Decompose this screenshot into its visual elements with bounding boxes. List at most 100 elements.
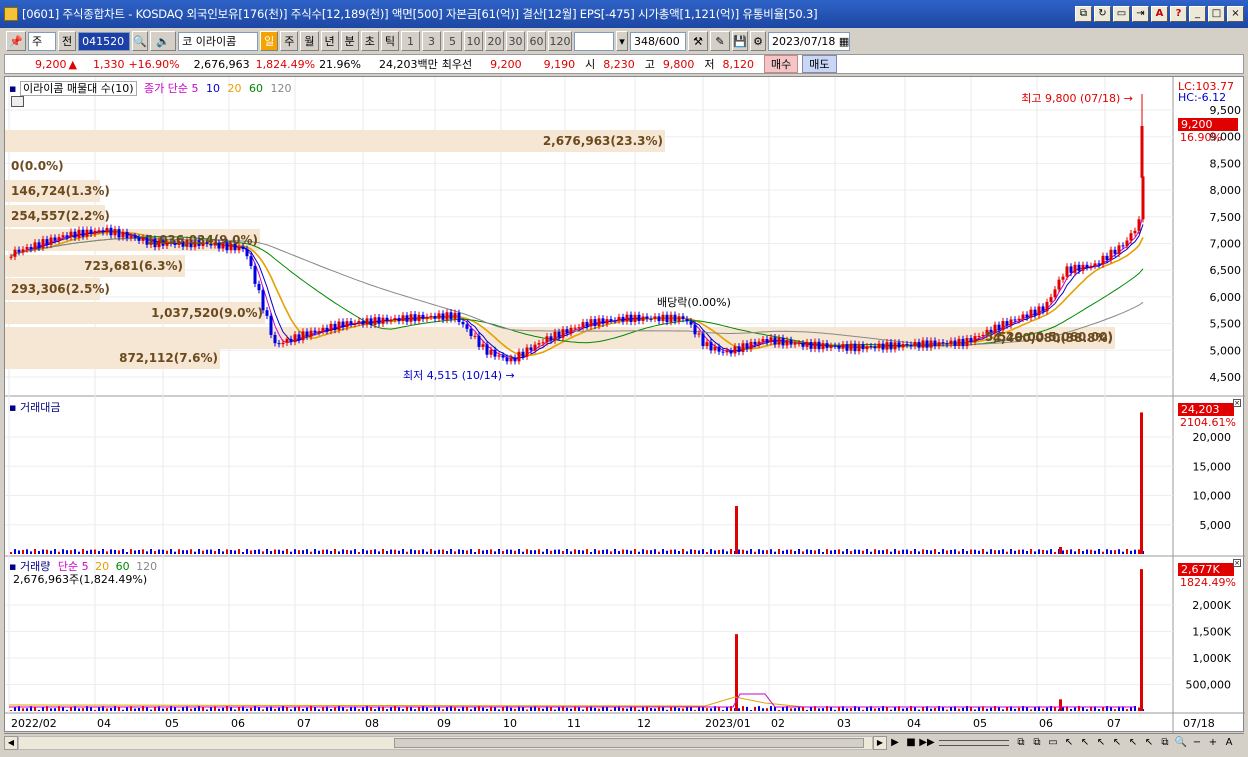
zoom-search-icon[interactable]: 🔍 (1173, 736, 1189, 750)
scroll-track[interactable] (18, 735, 873, 750)
candle-body (593, 319, 597, 326)
candle-body (137, 237, 141, 241)
volume-bar (1110, 707, 1112, 711)
interval-3[interactable]: 3 (422, 31, 441, 51)
fast-forward-icon[interactable]: ▶▶ (919, 736, 935, 750)
amount-bar (434, 550, 436, 554)
speaker-icon[interactable]: 🔈 (150, 31, 177, 51)
window-tile-icon[interactable]: ⧉ (1013, 736, 1029, 750)
settings-icon[interactable]: ⚙ (750, 31, 766, 51)
candle-body (1065, 266, 1069, 277)
zoom-in-icon[interactable]: + (1205, 736, 1221, 750)
sell-button[interactable]: 매도 (802, 55, 837, 73)
volume-close-icon[interactable]: × (1233, 559, 1241, 567)
x-tick-label: 05 (165, 717, 179, 730)
amount-bar (174, 551, 176, 554)
period-week[interactable]: 주 (280, 31, 299, 51)
layout-button[interactable]: ▭ (1113, 6, 1130, 22)
font-size-icon[interactable]: A (1221, 736, 1237, 750)
amount-bar (126, 551, 128, 554)
chart-tool-icon[interactable]: ⚒ (688, 31, 708, 51)
amount-bar (326, 549, 328, 554)
x-tick-label: 04 (907, 717, 921, 730)
link-window-button[interactable]: ⧉ (1075, 6, 1092, 22)
interval-120[interactable]: 120 (548, 31, 572, 51)
interval-5[interactable]: 5 (443, 31, 462, 51)
play-icon[interactable]: ▶ (887, 736, 903, 750)
price-ytick: 8,500 (1210, 157, 1242, 170)
interval-input[interactable] (574, 31, 614, 51)
period-day[interactable]: 일 (260, 31, 279, 51)
chart-canvas[interactable]: 9,5009,0008,5008,0007,5007,0006,5006,000… (5, 77, 1245, 733)
buy-button[interactable]: 매수 (764, 55, 799, 73)
line-tool-icon[interactable]: ↖ (1061, 736, 1077, 750)
prev-button[interactable]: 전 (58, 31, 77, 51)
line-tool-5-icon[interactable]: ↖ (1125, 736, 1141, 750)
volume-bar (26, 708, 28, 711)
chevron-down-icon[interactable]: ▾ (616, 31, 628, 51)
period-tick[interactable]: 틱 (380, 31, 399, 51)
period-minute[interactable]: 분 (340, 31, 359, 51)
search-icon[interactable]: 🔍 (132, 31, 149, 51)
date-field[interactable]: 2023/07/18 ▦ (768, 31, 850, 51)
price-panel-title[interactable]: 이라이콤 매물대 수(10) (19, 81, 137, 96)
volume-bar (278, 707, 280, 711)
zoom-out-icon[interactable]: − (1189, 736, 1205, 750)
stop-icon[interactable]: ■ (903, 736, 919, 750)
interval-10[interactable]: 10 (464, 31, 483, 51)
volume-bar (1102, 707, 1104, 711)
period-year[interactable]: 년 (320, 31, 339, 51)
save-icon[interactable]: 💾 (732, 31, 748, 51)
pin-icon[interactable]: 📌 (6, 31, 26, 51)
amount-bar (230, 549, 232, 554)
amount-bar (758, 549, 760, 554)
pin-button[interactable]: ⇥ (1132, 6, 1149, 22)
line-tool-3-icon[interactable]: ↖ (1093, 736, 1109, 750)
amount-marker-icon: ▪ (9, 401, 17, 414)
amount-bar (538, 549, 540, 554)
stock-name-field[interactable]: 코 이라이콤 (178, 31, 259, 51)
amount-bar (1114, 550, 1116, 554)
chart-area[interactable]: 9,500 9,000 8,500 8,000 7,500 7,000 6,500 6,000… (4, 76, 1245, 733)
window-split-icon[interactable]: ▭ (1045, 736, 1061, 750)
zoom-slider[interactable] (939, 739, 1009, 746)
amount-close-icon[interactable]: × (1233, 399, 1241, 407)
amount-panel-title[interactable]: 거래대금 (20, 401, 60, 414)
volume-profile-label: 1,036,034(9.0%) (146, 233, 258, 247)
refresh-button[interactable]: ↻ (1094, 6, 1111, 22)
help-button[interactable]: ? (1170, 6, 1187, 22)
minimize-button[interactable]: _ (1189, 6, 1206, 22)
scroll-left-icon[interactable]: ◀ (4, 735, 18, 750)
volume-bar (778, 709, 780, 711)
amount-bar (998, 550, 1000, 554)
candle-body (941, 342, 945, 344)
candle-body (425, 316, 429, 319)
period-month[interactable]: 월 (300, 31, 319, 51)
scroll-right-icon[interactable]: ▶ (873, 735, 887, 750)
amount-bar (118, 550, 120, 554)
draw-tool-icon[interactable]: ✎ (710, 31, 730, 51)
interval-30[interactable]: 30 (506, 31, 525, 51)
scroll-thumb[interactable] (394, 737, 864, 748)
price-legend: ▪ 이라이콤 매물대 수(10) 종가 단순 5 10 20 60 120 (9, 80, 292, 96)
line-tool-6-icon[interactable]: ↖ (1141, 736, 1157, 750)
amount-bar (206, 549, 208, 554)
font-button[interactable]: A (1151, 6, 1168, 22)
stock-code-input[interactable]: 041520 (78, 31, 131, 51)
interval-60[interactable]: 60 (527, 31, 546, 51)
count-field[interactable]: 348/600 (630, 31, 686, 51)
maximize-button[interactable]: □ (1208, 6, 1225, 22)
window-cascade-icon[interactable]: ⧉ (1029, 736, 1045, 750)
period-second[interactable]: 초 (360, 31, 379, 51)
amount-bar (138, 549, 140, 554)
copy-icon[interactable]: ⧉ (1157, 736, 1173, 750)
candle-body (369, 318, 373, 325)
interval-20[interactable]: 20 (485, 31, 504, 51)
close-button[interactable]: × (1227, 6, 1244, 22)
market-select[interactable]: 주 (28, 31, 56, 51)
grid-table-icon[interactable] (11, 96, 24, 107)
line-tool-2-icon[interactable]: ↖ (1077, 736, 1093, 750)
line-tool-4-icon[interactable]: ↖ (1109, 736, 1125, 750)
interval-1[interactable]: 1 (401, 31, 420, 51)
candle-body (1073, 264, 1077, 273)
